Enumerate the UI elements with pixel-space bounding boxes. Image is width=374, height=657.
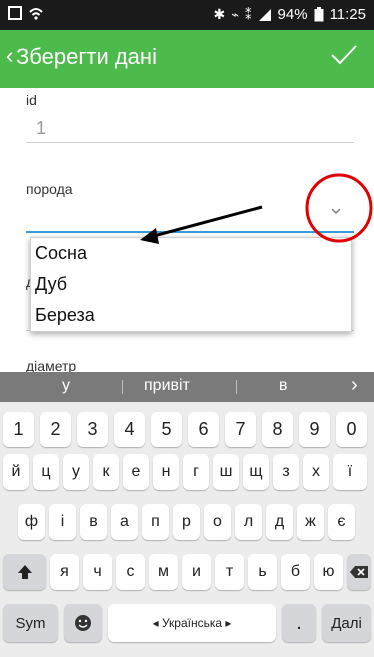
key-letter[interactable]: ш: [213, 454, 239, 490]
key-letter[interactable]: з: [273, 454, 299, 490]
notification-icon: [8, 6, 22, 20]
breed-dropdown: Сосна Дуб Береза: [30, 237, 352, 332]
key-letter[interactable]: г: [183, 454, 209, 490]
key-8[interactable]: 8: [262, 412, 293, 447]
key-letter[interactable]: ф: [18, 504, 45, 540]
key-letter[interactable]: а: [111, 504, 138, 540]
keyboard: у привіт в › 1 2 3 4 5 6 7 8 9 0 й ц у к…: [0, 372, 374, 657]
key-letter[interactable]: є: [328, 504, 355, 540]
key-letter[interactable]: е: [123, 454, 149, 490]
suggestion-1[interactable]: у: [62, 377, 70, 395]
battery-percent: 94%: [277, 6, 308, 23]
key-letter[interactable]: н: [153, 454, 179, 490]
key-letter[interactable]: к: [93, 454, 119, 490]
suggestion-bar: у привіт в ›: [0, 372, 374, 402]
key-letter[interactable]: и: [182, 554, 211, 590]
shift-icon: [17, 565, 32, 579]
status-bar: ✱ ⌁ ⁑ 94% 11:25: [0, 0, 374, 30]
battery-icon: [314, 7, 324, 22]
key-letter[interactable]: л: [235, 504, 262, 540]
sym-key[interactable]: Sym: [3, 604, 58, 642]
dropdown-option[interactable]: Береза: [31, 300, 351, 331]
check-icon[interactable]: [326, 38, 360, 72]
key-letter[interactable]: т: [215, 554, 244, 590]
next-key[interactable]: Далі: [322, 604, 371, 642]
key-3[interactable]: 3: [77, 412, 108, 447]
bluetooth-icon: ✱: [213, 6, 226, 22]
key-1[interactable]: 1: [3, 412, 34, 447]
key-letter[interactable]: ц: [33, 454, 59, 490]
back-icon[interactable]: ‹: [6, 43, 13, 69]
key-4[interactable]: 4: [114, 412, 145, 447]
backspace-key[interactable]: [347, 554, 371, 590]
suggestion-3[interactable]: в: [279, 377, 288, 395]
period-key[interactable]: .: [282, 604, 316, 642]
key-letter[interactable]: й: [3, 454, 29, 490]
key-0[interactable]: 0: [336, 412, 367, 447]
suggestion-2[interactable]: привіт: [144, 377, 190, 395]
key-letter[interactable]: м: [149, 554, 178, 590]
mute-icon: ⌁: [231, 6, 240, 22]
id-value: 1: [36, 118, 47, 138]
shift-key[interactable]: [3, 554, 46, 590]
backspace-icon: [350, 566, 368, 578]
dropdown-option[interactable]: Сосна: [31, 238, 351, 269]
key-letter[interactable]: ю: [314, 554, 343, 590]
key-letter[interactable]: щ: [243, 454, 269, 490]
chevron-down-icon[interactable]: [330, 205, 342, 217]
id-label: id: [26, 92, 37, 108]
key-7[interactable]: 7: [225, 412, 256, 447]
key-letter[interactable]: б: [281, 554, 310, 590]
emoji-icon: [75, 615, 91, 631]
key-2[interactable]: 2: [40, 412, 71, 447]
key-5[interactable]: 5: [151, 412, 182, 447]
clock: 11:25: [329, 6, 366, 23]
key-letter[interactable]: ь: [248, 554, 277, 590]
space-key[interactable]: ◂ Українська ▸: [108, 604, 276, 642]
breed-field[interactable]: [26, 231, 354, 233]
key-9[interactable]: 9: [299, 412, 330, 447]
key-letter[interactable]: ж: [297, 504, 324, 540]
key-letter[interactable]: х: [303, 454, 329, 490]
key-letter[interactable]: я: [50, 554, 79, 590]
key-letter[interactable]: п: [142, 504, 169, 540]
id-underline: [26, 142, 354, 143]
key-letter[interactable]: о: [204, 504, 231, 540]
key-letter[interactable]: у: [63, 454, 89, 490]
sim-icon: ⁑: [245, 6, 252, 22]
key-letter[interactable]: д: [266, 504, 293, 540]
key-letter[interactable]: ї: [333, 454, 367, 490]
app-bar: ‹ Зберегти дані: [0, 30, 374, 88]
key-6[interactable]: 6: [188, 412, 219, 447]
key-letter[interactable]: р: [173, 504, 200, 540]
wifi-icon: [29, 8, 43, 20]
breed-label: порода: [26, 181, 73, 197]
key-letter[interactable]: і: [49, 504, 76, 540]
key-letter[interactable]: в: [80, 504, 107, 540]
key-letter[interactable]: с: [116, 554, 145, 590]
dropdown-option[interactable]: Дуб: [31, 269, 351, 300]
save-title[interactable]: Зберегти дані: [16, 44, 157, 70]
suggestion-expand-icon[interactable]: ›: [351, 374, 358, 397]
signal-icon: [258, 8, 271, 21]
emoji-key[interactable]: [64, 604, 102, 642]
key-letter[interactable]: ч: [83, 554, 112, 590]
